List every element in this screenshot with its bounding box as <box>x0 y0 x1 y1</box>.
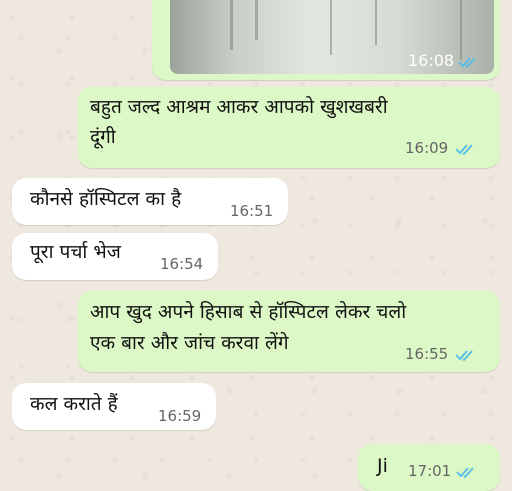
read-receipt-icon <box>455 350 473 362</box>
message-time: 17:01 <box>408 462 452 480</box>
message-text-line: एक बार और जांच करवा लेंगे <box>90 332 289 354</box>
message-time: 16:09 <box>405 139 449 157</box>
message-text-line: बहुत जल्द आश्रम आकर आपको खुशखबरी <box>90 96 388 118</box>
message-text-line: आप खुद अपने हिसाब से हॉस्पिटल लेकर चलो <box>90 301 407 323</box>
message-text-line: दूंगी <box>90 126 116 148</box>
message-time: 16:54 <box>160 255 204 273</box>
read-receipt-icon <box>455 144 473 156</box>
message-time: 16:55 <box>405 345 449 363</box>
message-time: 16:59 <box>158 407 202 425</box>
read-receipt-icon <box>458 57 476 69</box>
image-message-time: 16:08 <box>408 51 455 70</box>
message-text: कल कराते हैं <box>30 393 118 415</box>
read-receipt-icon <box>456 467 474 479</box>
message-text: Ji <box>377 455 388 477</box>
message-time: 16:51 <box>230 202 274 220</box>
message-text: पूरा पर्चा भेज <box>30 241 121 263</box>
message-text: कौनसे हॉस्पिटल का है <box>30 188 182 210</box>
